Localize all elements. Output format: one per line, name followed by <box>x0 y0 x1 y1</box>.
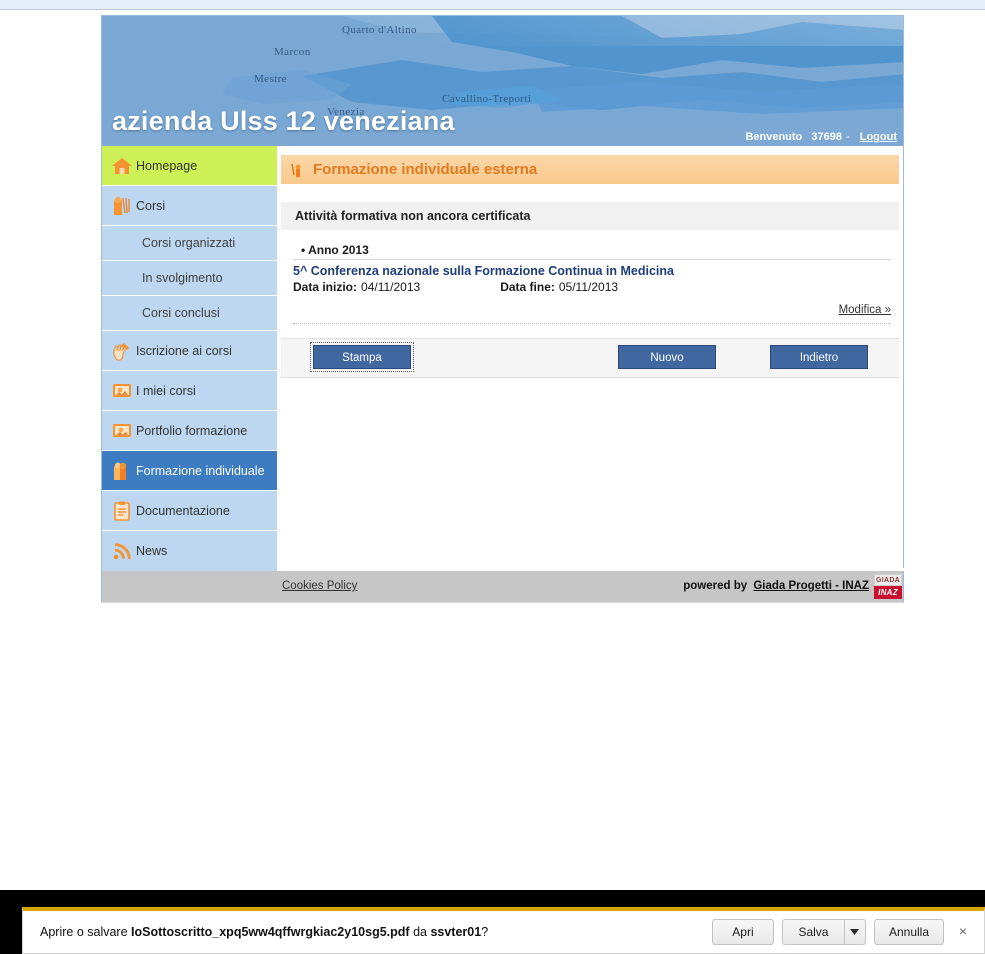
site-banner: Quarto d'Altino Marcon Mestre Venezia Ca… <box>101 15 904 146</box>
courses-icon <box>102 195 136 217</box>
body-row: Homepage Corsi Corsi organizzati In svol… <box>101 146 904 571</box>
sidebar-item-label: Formazione individuale <box>136 463 265 478</box>
sidebar-item-label: Corsi conclusi <box>142 306 220 320</box>
download-actions: Apri Salva Annulla × <box>711 919 974 945</box>
record-year: • Anno 2013 <box>293 243 891 260</box>
sidebar-item-label: I miei corsi <box>136 383 196 398</box>
download-source: ssvter01 <box>430 925 482 939</box>
cancel-button[interactable]: Annulla <box>873 919 944 945</box>
section-title: Attività formativa non ancora certificat… <box>281 202 899 230</box>
training-icon <box>289 161 307 179</box>
footer-bottom-line <box>101 602 904 603</box>
main-content: Formazione individuale esterna Attività … <box>277 146 904 568</box>
sidebar-item-label: Corsi organizzati <box>142 236 236 250</box>
map-label: Cavallino-Treporti <box>442 93 532 105</box>
chevron-down-icon[interactable] <box>843 919 866 945</box>
user-id: 37698 <box>811 131 842 143</box>
map-label: Marcon <box>274 46 311 58</box>
print-button[interactable]: Stampa <box>310 342 414 372</box>
sidebar-item-corsi-conclusi[interactable]: Corsi conclusi <box>102 296 277 331</box>
notification-backdrop-left <box>0 907 22 954</box>
record-separator <box>293 323 891 324</box>
home-icon <box>102 156 136 176</box>
action-button-bar: Stampa Nuovo Indietro <box>281 338 899 378</box>
user-bar: Benvenuto 37698 - Logout <box>745 129 897 146</box>
sidebar-item-corsi-organizzati[interactable]: Corsi organizzati <box>102 226 277 261</box>
edit-link[interactable]: Modifica » <box>839 304 891 316</box>
sidebar-item-formazione-individuale[interactable]: Formazione individuale <box>102 451 277 491</box>
page-title: Formazione individuale esterna <box>313 161 538 178</box>
vendor-link[interactable]: Giada Progetti - INAZ <box>753 580 869 592</box>
record-edit: Modifica » <box>293 304 891 316</box>
record-title: 5^ Conferenza nazionale sulla Formazione… <box>293 264 674 278</box>
page-canvas: Quarto d'Altino Marcon Mestre Venezia Ca… <box>0 10 985 890</box>
sidebar-item-label: Documentazione <box>136 503 230 518</box>
notification-backdrop-top <box>0 890 985 907</box>
site-container: Quarto d'Altino Marcon Mestre Venezia Ca… <box>101 15 904 603</box>
rss-icon <box>102 541 136 561</box>
screenshot-root: Quarto d'Altino Marcon Mestre Venezia Ca… <box>0 0 985 954</box>
individual-training-icon <box>102 460 136 482</box>
page-header: Formazione individuale esterna <box>281 155 899 184</box>
sidebar-item-label: Homepage <box>136 158 198 173</box>
user-separator: - <box>846 131 850 143</box>
download-notification-bar: Aprire o salvare IoSottoscritto_xpq5ww4q… <box>22 907 985 954</box>
logo-inaz-text: INAZ <box>874 586 902 599</box>
browser-top-strip <box>0 0 985 10</box>
download-filename: IoSottoscritto_xpq5ww4qffwrgkiac2y10sg5.… <box>131 925 410 939</box>
cookies-policy: Cookies Policy <box>282 580 357 592</box>
close-icon[interactable]: × <box>952 921 974 943</box>
welcome-label: Benvenuto <box>745 131 803 143</box>
new-button[interactable]: Nuovo <box>618 345 716 369</box>
record-block: • Anno 2013 5^ Conferenza nazionale sull… <box>281 243 899 324</box>
sidebar-item-portfolio-formazione[interactable]: Portfolio formazione <box>102 411 277 451</box>
sidebar-item-news[interactable]: News <box>102 531 277 571</box>
sidebar-item-in-svolgimento[interactable]: In svolgimento <box>102 261 277 296</box>
open-button[interactable]: Apri <box>711 919 774 945</box>
sidebar-item-corsi[interactable]: Corsi <box>102 186 277 226</box>
download-prefix: Aprire o salvare <box>40 925 128 939</box>
sidebar-item-documentazione[interactable]: Documentazione <box>102 491 277 531</box>
sidebar-item-label: In svolgimento <box>142 271 223 285</box>
site-title: azienda Ulss 12 veneziana <box>112 106 455 136</box>
save-split-button: Salva <box>781 919 866 945</box>
sidebar-item-iscrizione-ai-corsi[interactable]: Iscrizione ai corsi <box>102 331 277 371</box>
sidebar-item-label: Iscrizione ai corsi <box>136 343 232 358</box>
sidebar-item-label: Portfolio formazione <box>136 423 248 438</box>
site-footer: Cookies Policy powered by Giada Progetti… <box>101 571 904 602</box>
map-label: Mestre <box>254 73 287 85</box>
download-middle: da <box>413 925 427 939</box>
map-label: Quarto d'Altino <box>342 24 417 36</box>
start-date-value: 04/11/2013 <box>361 280 421 294</box>
clipboard-icon <box>102 500 136 522</box>
logo-giada-text: GIADA <box>874 574 902 586</box>
sidebar-item-label: News <box>136 544 168 558</box>
record-dates: Data inizio: 04/11/2013 Data fine: 05/11… <box>293 280 891 294</box>
start-date-label: Data inizio: <box>293 280 358 294</box>
portfolio-icon <box>102 421 136 441</box>
back-button[interactable]: Indietro <box>770 345 868 369</box>
cookies-policy-link[interactable]: Cookies Policy <box>282 580 357 592</box>
banner-highlight <box>102 16 903 46</box>
sidebar-item-homepage[interactable]: Homepage <box>102 146 277 186</box>
presentation-icon <box>102 381 136 401</box>
sidebar: Homepage Corsi Corsi organizzati In svol… <box>101 146 277 571</box>
download-suffix: ? <box>481 925 489 939</box>
logout-link[interactable]: Logout <box>860 131 897 143</box>
save-button[interactable]: Salva <box>781 919 844 945</box>
inaz-logo: GIADA INAZ <box>874 574 902 599</box>
sidebar-item-i-miei-corsi[interactable]: I miei corsi <box>102 371 277 411</box>
end-date-label: Data fine: <box>500 280 555 294</box>
powered-by-label: powered by <box>683 580 748 592</box>
download-message: Aprire o salvare IoSottoscritto_xpq5ww4q… <box>40 925 488 939</box>
sidebar-item-label: Corsi <box>136 198 166 213</box>
hand-pencil-icon <box>102 340 136 362</box>
end-date-value: 05/11/2013 <box>558 280 619 294</box>
powered-by: powered by Giada Progetti - INAZ <box>683 580 869 592</box>
